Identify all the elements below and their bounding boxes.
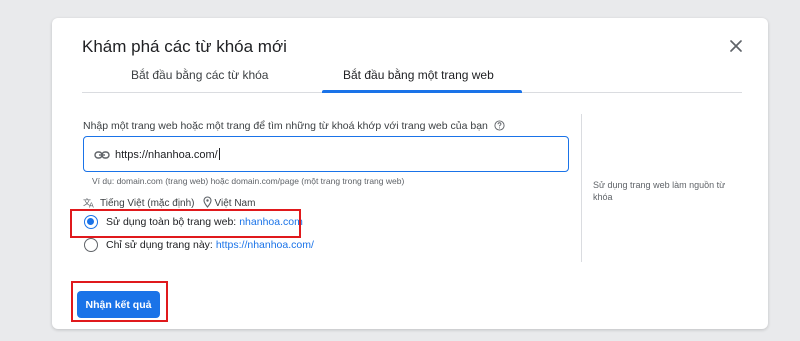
svg-text:A: A xyxy=(89,201,94,208)
active-tab-indicator xyxy=(322,90,522,93)
website-prompt-text: Nhập một trang web hoặc một trang để tìm… xyxy=(83,120,488,132)
tab-bar: Bắt đầu bằng các từ khóa Bắt đầu bằng mộ… xyxy=(82,65,742,93)
vertical-divider xyxy=(581,114,582,262)
location-setting[interactable]: Việt Nam xyxy=(215,198,256,209)
website-url-input[interactable]: https://nhanhoa.com/ xyxy=(83,136,569,172)
radio-this-page[interactable] xyxy=(84,238,98,252)
side-note: Sử dụng trang web làm nguồn từ khóa xyxy=(593,180,726,202)
close-icon[interactable] xyxy=(728,38,744,54)
text-cursor xyxy=(218,148,220,160)
tab-start-with-keywords[interactable]: Bắt đầu bằng các từ khóa xyxy=(131,68,268,93)
option-this-page-link: https://nhanhoa.com/ xyxy=(215,239,314,251)
option-this-page-label: Chỉ sử dụng trang này: xyxy=(106,239,213,251)
url-text: https://nhanhoa.com/ xyxy=(115,149,218,161)
input-hint: Ví dụ: domain.com (trang web) hoặc domai… xyxy=(92,176,405,186)
language-setting[interactable]: Tiếng Việt (mặc định) xyxy=(100,198,195,209)
website-prompt: Nhập một trang web hoặc một trang để tìm… xyxy=(83,120,505,134)
keyword-dialog: Khám phá các từ khóa mới Bắt đầu bằng cá… xyxy=(52,18,768,329)
link-icon xyxy=(94,148,110,166)
url-input-value: https://nhanhoa.com/ xyxy=(115,148,220,161)
dialog-title: Khám phá các từ khóa mới xyxy=(82,37,287,56)
annotation-box-whole-site xyxy=(70,209,301,238)
annotation-box-button xyxy=(71,281,168,322)
option-this-page[interactable]: Chỉ sử dụng trang này: https://nhanhoa.c… xyxy=(84,238,314,252)
help-icon[interactable] xyxy=(494,120,505,134)
